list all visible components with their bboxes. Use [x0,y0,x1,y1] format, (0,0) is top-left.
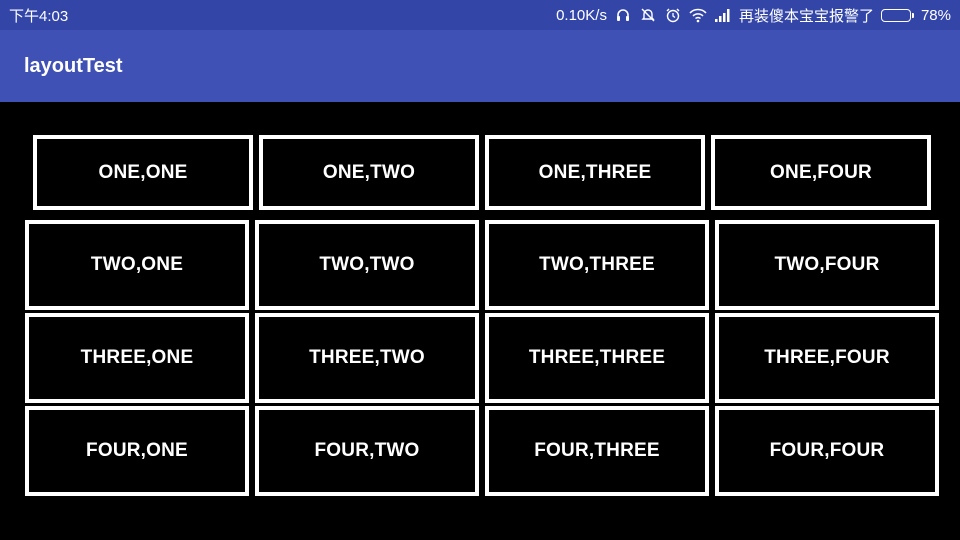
signal-icon [714,6,732,24]
cell-three-three[interactable]: THREE,THREE [485,313,709,403]
cell-one-two[interactable]: ONE,TWO [259,135,479,210]
cell-four-three[interactable]: FOUR,THREE [485,406,709,496]
wifi-icon [689,6,707,24]
grid-row-4: FOUR,ONE FOUR,TWO FOUR,THREE FOUR,FOUR [25,406,939,496]
cell-two-three[interactable]: TWO,THREE [485,220,709,310]
alarm-icon [664,6,682,24]
mute-icon [639,6,657,24]
status-time: 下午4:03 [9,7,69,25]
cell-three-one[interactable]: THREE,ONE [25,313,249,403]
status-icons: 0.10K/s 再装傻本宝宝报警了 78% [556,5,951,26]
cell-three-two[interactable]: THREE,TWO [255,313,479,403]
carrier-name: 再装傻本宝宝报警了 [738,7,874,25]
grid-row-1: ONE,ONE ONE,TWO ONE,THREE ONE,FOUR [33,135,931,210]
headset-icon [614,6,632,24]
cell-four-one[interactable]: FOUR,ONE [25,406,249,496]
network-speed: 0.10K/s [556,6,607,24]
cell-one-four[interactable]: ONE,FOUR [711,135,931,210]
status-bar: 下午4:03 0.10K/s 再装傻本宝宝报警了 78% [0,0,960,30]
cell-two-four[interactable]: TWO,FOUR [715,220,939,310]
cell-one-three[interactable]: ONE,THREE [485,135,705,210]
battery-icon [880,8,914,22]
grid-row-2: TWO,ONE TWO,TWO TWO,THREE TWO,FOUR [25,220,939,310]
cell-four-two[interactable]: FOUR,TWO [255,406,479,496]
cell-two-two[interactable]: TWO,TWO [255,220,479,310]
grid-row-3: THREE,ONE THREE,TWO THREE,THREE THREE,FO… [25,313,939,403]
app-bar: layoutTest [0,30,960,102]
app-title: layoutTest [24,54,123,77]
cell-two-one[interactable]: TWO,ONE [25,220,249,310]
cell-one-one[interactable]: ONE,ONE [33,135,253,210]
cell-four-four[interactable]: FOUR,FOUR [715,406,939,496]
cell-three-four[interactable]: THREE,FOUR [715,313,939,403]
battery-percent: 78% [920,6,951,24]
